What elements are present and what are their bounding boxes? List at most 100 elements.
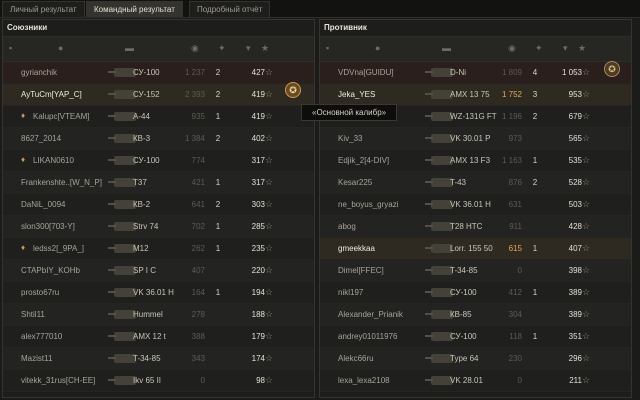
xp-column-icon[interactable]: ★ bbox=[578, 43, 586, 54]
player-row[interactable]: abog T28 HTC 911 428 ☆ bbox=[320, 216, 631, 238]
vehicle-name: СУ-152 bbox=[133, 90, 160, 99]
player-row[interactable]: DaNiL_0094 КВ-2 641 2 303 ☆ bbox=[3, 194, 314, 216]
position-column-icon[interactable]: ▪ bbox=[326, 43, 329, 53]
xp-value: 565 bbox=[568, 134, 582, 143]
medal-icon[interactable]: ✪ bbox=[604, 61, 620, 77]
kills-value: 1 bbox=[532, 244, 538, 253]
player-row[interactable]: Jeka_YES AMX 13 75 1 752 3 953 ☆ bbox=[320, 84, 631, 106]
player-row[interactable]: ♦ ledss2[_9PA_] M12 262 1 235 ☆ bbox=[3, 238, 314, 260]
star-icon: ☆ bbox=[582, 331, 591, 341]
player-row[interactable]: lexa_lexa2108 VK 28.01 0 211 ☆ bbox=[320, 370, 631, 392]
player-row[interactable]: gmeekkaa Lorr. 155 50 615 1 407 ☆ bbox=[320, 238, 631, 260]
kills-column-icon[interactable]: ✦ bbox=[218, 43, 226, 54]
star-icon: ☆ bbox=[582, 177, 591, 187]
damage-value: 0 bbox=[200, 376, 205, 385]
tab-personal-result[interactable]: Личный результат bbox=[2, 1, 85, 17]
xp-value: 303 bbox=[251, 200, 265, 209]
tab-bar: Личный результат Командный результат Под… bbox=[0, 0, 640, 18]
player-row[interactable]: ne_boyus_gryazi VK 36.01 H 631 503 ☆ bbox=[320, 194, 631, 216]
player-name: DaNiL_0094 bbox=[21, 200, 66, 209]
xp-value: 317 bbox=[251, 178, 265, 187]
kills-value: 1 bbox=[215, 288, 221, 297]
medal-tooltip: «Основной калибр» bbox=[301, 104, 398, 121]
vehicle-name: M12 bbox=[133, 244, 149, 253]
xp-value: 296 bbox=[568, 354, 582, 363]
damage-column-icon[interactable]: ◉ bbox=[508, 43, 516, 54]
vehicle-name: T-43 bbox=[450, 178, 467, 187]
vehicle-column-icon[interactable]: ▬ bbox=[442, 43, 451, 53]
damage-value: 774 bbox=[191, 156, 205, 165]
kills-value: 4 bbox=[532, 68, 538, 77]
sort-arrow-icon[interactable]: ▾ bbox=[246, 43, 251, 54]
player-row[interactable]: 8627_2014 КВ-3 1 384 2 402 ☆ bbox=[3, 128, 314, 150]
player-row[interactable]: Kesar225 T-43 876 2 528 ☆ bbox=[320, 172, 631, 194]
vehicle-name: Ikv 65 II bbox=[133, 376, 162, 385]
player-row[interactable]: andrey01011976 СУ-100 118 1 351 ☆ bbox=[320, 326, 631, 348]
player-row[interactable]: nikl197 СУ-100 412 1 389 ☆ bbox=[320, 282, 631, 304]
vehicle-name: T-34-85 bbox=[133, 354, 161, 363]
xp-value: 389 bbox=[568, 288, 582, 297]
xp-value: 179 bbox=[251, 332, 265, 341]
player-name: Alexander_Prianik bbox=[338, 310, 403, 319]
star-icon: ☆ bbox=[582, 89, 591, 99]
player-row[interactable]: Frankenshte..[W_N_P] T37 421 1 317 ☆ bbox=[3, 172, 314, 194]
player-row[interactable]: prosto67ru VK 36.01 H 164 1 194 ☆ bbox=[3, 282, 314, 304]
tab-team-result[interactable]: Командный результат bbox=[86, 1, 183, 17]
vehicle-name: КВ-3 bbox=[133, 134, 151, 143]
vehicle-name: Strv 74 bbox=[133, 222, 159, 231]
player-row[interactable]: Alexander_Prianik КВ-85 304 389 ☆ bbox=[320, 304, 631, 326]
star-icon: ☆ bbox=[582, 375, 591, 385]
damage-value: 164 bbox=[191, 288, 205, 297]
player-row[interactable]: ♦ Kalupc[VTEAM] A-44 935 1 419 ☆ bbox=[3, 106, 314, 128]
kills-value: 1 bbox=[215, 222, 221, 231]
damage-value: 412 bbox=[508, 288, 522, 297]
player-row[interactable]: Mazist11 T-34-85 343 174 ☆ bbox=[3, 348, 314, 370]
star-icon: ☆ bbox=[265, 221, 274, 231]
damage-value: 1 196 bbox=[501, 112, 522, 121]
player-row[interactable]: Shtil11 Hummel 278 188 ☆ bbox=[3, 304, 314, 326]
player-row[interactable]: Edjik_2[4-DIV] AMX 13 F3 1 163 1 535 ☆ bbox=[320, 150, 631, 172]
enemies-title: Противник bbox=[324, 23, 367, 32]
star-icon: ☆ bbox=[582, 243, 591, 253]
xp-value: 389 bbox=[568, 310, 582, 319]
player-name: nikl197 bbox=[338, 288, 364, 297]
kills-value: 1 bbox=[215, 244, 221, 253]
vehicle-column-icon[interactable]: ▬ bbox=[125, 43, 134, 53]
xp-value: 419 bbox=[251, 112, 265, 121]
xp-value: 317 bbox=[251, 156, 265, 165]
star-icon: ☆ bbox=[582, 67, 591, 77]
tab-detailed-report[interactable]: Подробный отчёт bbox=[189, 1, 271, 17]
position-column-icon[interactable]: ▪ bbox=[9, 43, 12, 53]
xp-value: 528 bbox=[568, 178, 582, 187]
player-row[interactable]: gyrianchik СУ-100 1 237 2 427 ☆ bbox=[3, 62, 314, 84]
star-icon: ☆ bbox=[265, 89, 274, 99]
damage-column-icon[interactable]: ◉ bbox=[191, 43, 199, 54]
player-row[interactable]: ♦ LIKAN0610 СУ-100 774 317 ☆ bbox=[3, 150, 314, 172]
vehicle-name: СУ-100 bbox=[133, 156, 160, 165]
damage-value: 230 bbox=[508, 354, 522, 363]
player-row[interactable]: vitekk_31rus[CH-EE] Ikv 65 II 0 98 ☆ bbox=[3, 370, 314, 392]
player-row[interactable]: Dimel[FFEC] T-34-85 0 398 ☆ bbox=[320, 260, 631, 282]
vehicle-name: VK 28.01 bbox=[450, 376, 483, 385]
xp-column-icon[interactable]: ★ bbox=[261, 43, 269, 54]
sort-arrow-icon[interactable]: ▾ bbox=[563, 43, 568, 54]
player-name: Alekc66ru bbox=[338, 354, 374, 363]
player-row[interactable]: CTAPbIY_KOHb SP I C 407 220 ☆ bbox=[3, 260, 314, 282]
player-row[interactable]: alex777010 AMX 12 t 388 179 ☆ bbox=[3, 326, 314, 348]
player-row[interactable]: slon300[703-Y] Strv 74 702 1 285 ☆ bbox=[3, 216, 314, 238]
player-row[interactable]: VDVna[GUIDU] D-Ni 1 809 4 1 053 ☆ bbox=[320, 62, 631, 84]
player-column-icon[interactable]: ● bbox=[58, 43, 63, 53]
player-row[interactable]: AyTuCm[YAP_C] СУ-152 2 393 2 419 ☆ bbox=[3, 84, 314, 106]
player-name: andrey01011976 bbox=[338, 332, 398, 341]
player-row[interactable]: Alekc66ru Type 64 230 296 ☆ bbox=[320, 348, 631, 370]
vehicle-name: SP I C bbox=[133, 266, 156, 275]
medal-icon[interactable]: ✪ bbox=[285, 82, 301, 98]
player-name: abog bbox=[338, 222, 356, 231]
player-column-icon[interactable]: ● bbox=[375, 43, 380, 53]
player-row[interactable]: Kiv_33 VK 30.01 P 973 565 ☆ bbox=[320, 128, 631, 150]
player-name: Kesar225 bbox=[338, 178, 373, 187]
kills-column-icon[interactable]: ✦ bbox=[535, 43, 543, 54]
player-name: VDVna[GUIDU] bbox=[338, 68, 394, 77]
star-icon: ☆ bbox=[582, 353, 591, 363]
player-name: Kiv_33 bbox=[338, 134, 363, 143]
